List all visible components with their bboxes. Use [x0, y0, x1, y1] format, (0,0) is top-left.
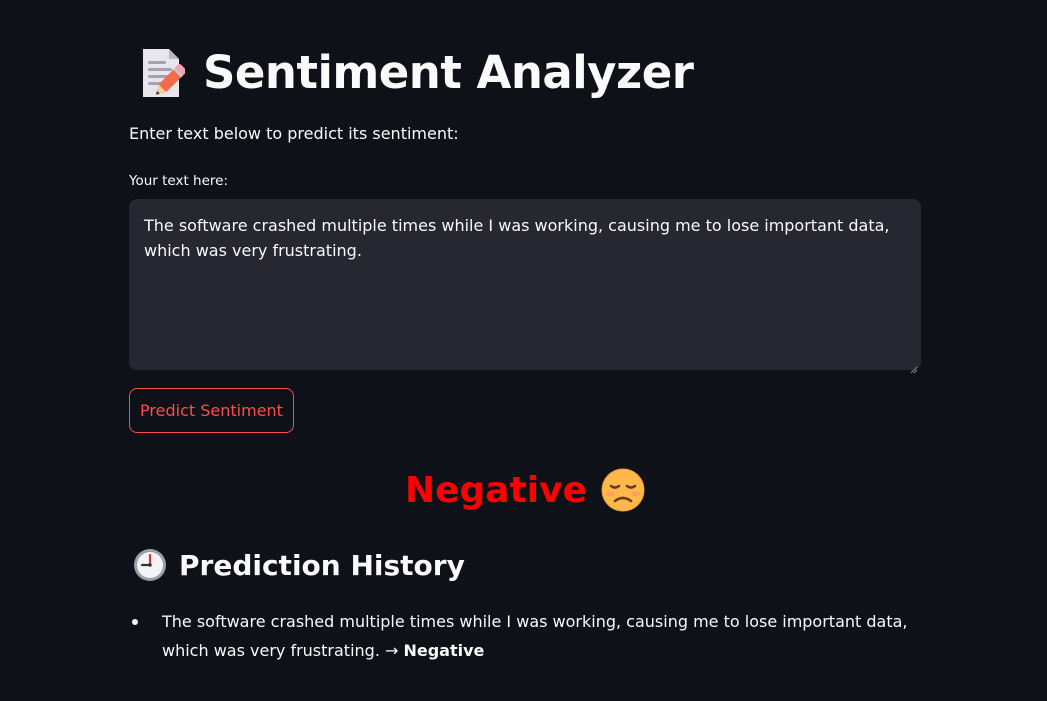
history-item-text: The software crashed multiple times whil…: [162, 612, 908, 660]
memo-icon: [139, 47, 185, 99]
intro-text: Enter text below to predict its sentimen…: [129, 124, 459, 143]
history-title: Prediction History: [179, 548, 465, 582]
page-title: Sentiment Analyzer: [139, 46, 694, 99]
history-list: The software crashed multiple times whil…: [129, 607, 921, 665]
page-title-text: Sentiment Analyzer: [203, 46, 694, 99]
bullet-icon: [132, 619, 138, 625]
history-item: The software crashed multiple times whil…: [129, 607, 921, 665]
text-input[interactable]: The software crashed multiple times whil…: [129, 199, 921, 370]
predict-sentiment-button[interactable]: Predict Sentiment: [129, 388, 294, 433]
sentiment-result-label: Negative: [404, 469, 588, 511]
resize-handle-icon[interactable]: [910, 359, 918, 374]
sad-face-icon: [601, 468, 645, 512]
text-input-label: Your text here:: [129, 173, 229, 189]
history-item-label: Negative: [403, 641, 485, 660]
sentiment-result: Negative: [129, 468, 921, 512]
history-heading: Prediction History: [133, 548, 465, 582]
clock-icon: [133, 548, 167, 582]
